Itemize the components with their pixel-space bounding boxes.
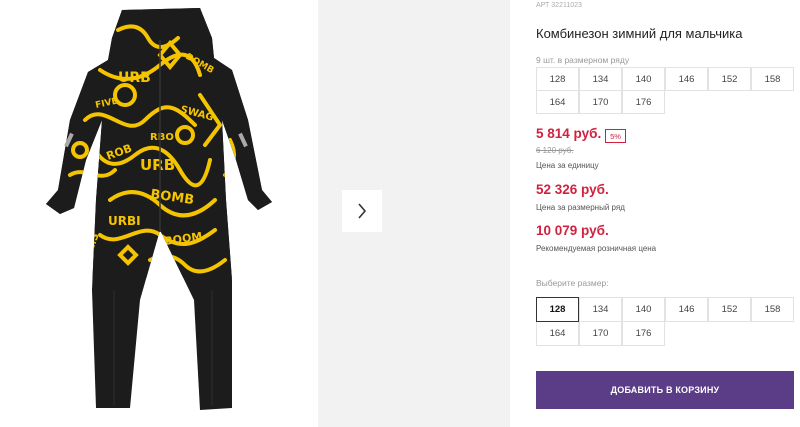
size-option[interactable]: 170 [579, 321, 622, 346]
add-to-cart-button[interactable]: ДОБАВИТЬ В КОРЗИНУ [536, 371, 794, 409]
row-price-label: Цена за размерный ряд [536, 203, 625, 212]
product-gallery: URB FIVE URB BOMB ROB SWAG RBO BOOM FATZ… [0, 0, 510, 427]
gallery-next-button[interactable] [342, 190, 382, 232]
size-row-cell: 164 [536, 90, 579, 114]
print-text: URB [118, 70, 151, 86]
unit-price-label: Цена за единицу [536, 161, 599, 170]
size-row-grid: 128 134 140 146 152 158 164 170 176 [536, 67, 794, 115]
size-option[interactable]: 176 [622, 321, 665, 346]
article-number: АРТ 32211023 [536, 2, 582, 9]
print-text: URB [140, 156, 175, 174]
size-row-cell: 170 [579, 90, 622, 114]
size-option[interactable]: 158 [751, 297, 794, 322]
size-row-cell: 176 [622, 90, 665, 114]
product-title: Комбинезон зимний для мальчика [536, 26, 743, 41]
product-photo: URB FIVE URB BOMB ROB SWAG RBO BOOM FATZ… [0, 0, 318, 427]
row-price: 52 326 руб. [536, 182, 609, 197]
print-text: RBO [150, 132, 174, 143]
graffiti-print: URB FIVE URB BOMB ROB SWAG RBO BOOM FATZ… [46, 8, 272, 278]
size-row-cell: 140 [622, 67, 665, 91]
size-row-cell: 134 [579, 67, 622, 91]
retail-price: 10 079 руб. [536, 223, 609, 238]
size-option[interactable]: 140 [622, 297, 665, 322]
stock-note: 9 шт. в размерном ряду [536, 55, 630, 65]
retail-price-label: Рекомендуемая розничная цена [536, 244, 657, 253]
size-option[interactable]: 152 [708, 297, 751, 322]
discount-badge: 5% [605, 129, 626, 143]
size-option-selected[interactable]: 128 [536, 297, 579, 322]
size-option[interactable]: 164 [536, 321, 579, 346]
size-row-cell: 152 [708, 67, 751, 91]
size-row-cell: 146 [665, 67, 708, 91]
size-option[interactable]: 134 [579, 297, 622, 322]
size-row-cell: 128 [536, 67, 579, 91]
chevron-right-icon [358, 203, 367, 219]
select-size-label: Выберите размер: [536, 278, 609, 288]
old-price: 6 120 руб. [536, 146, 574, 155]
size-selector: 128 134 140 146 152 158 164 170 176 [536, 297, 794, 347]
snowsuit-image: URB FIVE URB BOMB ROB SWAG RBO BOOM FATZ… [46, 8, 272, 410]
print-text: URBI [108, 214, 141, 228]
unit-price: 5 814 руб. [536, 126, 602, 141]
size-row-cell: 158 [751, 67, 794, 91]
size-option[interactable]: 146 [665, 297, 708, 322]
